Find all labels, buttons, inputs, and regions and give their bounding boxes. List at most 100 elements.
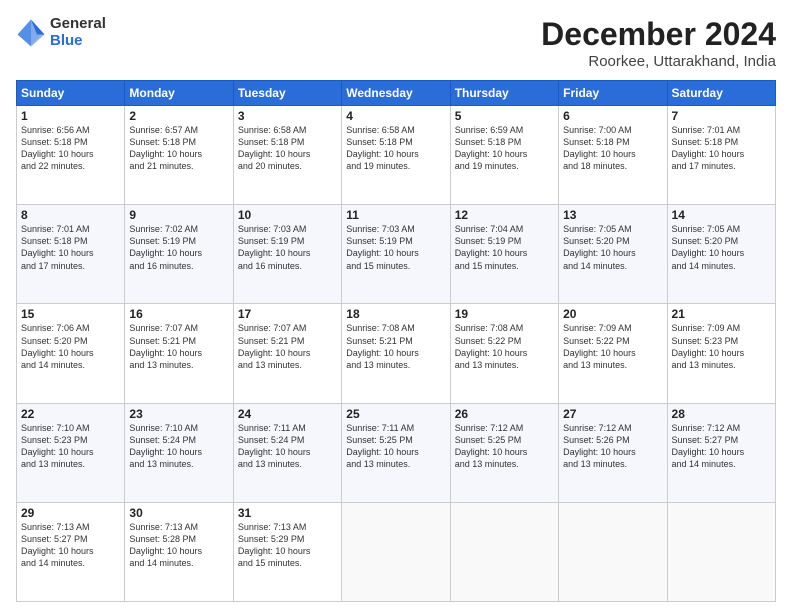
day-number: 4 bbox=[346, 109, 445, 123]
day-info: Sunrise: 7:02 AM Sunset: 5:19 PM Dayligh… bbox=[129, 223, 228, 272]
day-number: 9 bbox=[129, 208, 228, 222]
logo: General Blue bbox=[16, 16, 106, 49]
calendar-week-4: 22Sunrise: 7:10 AM Sunset: 5:23 PM Dayli… bbox=[17, 403, 776, 502]
day-number: 20 bbox=[563, 307, 662, 321]
calendar-cell: 14Sunrise: 7:05 AM Sunset: 5:20 PM Dayli… bbox=[667, 205, 775, 304]
day-number: 18 bbox=[346, 307, 445, 321]
calendar-cell: 28Sunrise: 7:12 AM Sunset: 5:27 PM Dayli… bbox=[667, 403, 775, 502]
calendar-cell: 20Sunrise: 7:09 AM Sunset: 5:22 PM Dayli… bbox=[559, 304, 667, 403]
col-sunday: Sunday bbox=[17, 81, 125, 106]
calendar-cell: 16Sunrise: 7:07 AM Sunset: 5:21 PM Dayli… bbox=[125, 304, 233, 403]
day-info: Sunrise: 6:56 AM Sunset: 5:18 PM Dayligh… bbox=[21, 124, 120, 173]
col-saturday: Saturday bbox=[667, 81, 775, 106]
day-number: 13 bbox=[563, 208, 662, 222]
calendar-cell: 11Sunrise: 7:03 AM Sunset: 5:19 PM Dayli… bbox=[342, 205, 450, 304]
day-number: 22 bbox=[21, 407, 120, 421]
day-number: 23 bbox=[129, 407, 228, 421]
day-info: Sunrise: 7:07 AM Sunset: 5:21 PM Dayligh… bbox=[238, 322, 337, 371]
day-number: 21 bbox=[672, 307, 771, 321]
day-number: 8 bbox=[21, 208, 120, 222]
header-row: Sunday Monday Tuesday Wednesday Thursday… bbox=[17, 81, 776, 106]
day-info: Sunrise: 7:03 AM Sunset: 5:19 PM Dayligh… bbox=[238, 223, 337, 272]
calendar-cell: 17Sunrise: 7:07 AM Sunset: 5:21 PM Dayli… bbox=[233, 304, 341, 403]
page: General Blue December 2024 Roorkee, Utta… bbox=[0, 0, 792, 612]
calendar-cell bbox=[667, 502, 775, 601]
day-info: Sunrise: 7:11 AM Sunset: 5:25 PM Dayligh… bbox=[346, 422, 445, 471]
day-number: 17 bbox=[238, 307, 337, 321]
day-info: Sunrise: 7:12 AM Sunset: 5:27 PM Dayligh… bbox=[672, 422, 771, 471]
day-info: Sunrise: 7:09 AM Sunset: 5:22 PM Dayligh… bbox=[563, 322, 662, 371]
calendar-cell: 9Sunrise: 7:02 AM Sunset: 5:19 PM Daylig… bbox=[125, 205, 233, 304]
calendar-week-5: 29Sunrise: 7:13 AM Sunset: 5:27 PM Dayli… bbox=[17, 502, 776, 601]
day-info: Sunrise: 7:01 AM Sunset: 5:18 PM Dayligh… bbox=[672, 124, 771, 173]
calendar-cell: 31Sunrise: 7:13 AM Sunset: 5:29 PM Dayli… bbox=[233, 502, 341, 601]
day-number: 10 bbox=[238, 208, 337, 222]
calendar-cell: 25Sunrise: 7:11 AM Sunset: 5:25 PM Dayli… bbox=[342, 403, 450, 502]
calendar-cell: 29Sunrise: 7:13 AM Sunset: 5:27 PM Dayli… bbox=[17, 502, 125, 601]
day-number: 6 bbox=[563, 109, 662, 123]
calendar-cell: 19Sunrise: 7:08 AM Sunset: 5:22 PM Dayli… bbox=[450, 304, 558, 403]
location: Roorkee, Uttarakhand, India bbox=[541, 53, 776, 70]
day-info: Sunrise: 6:59 AM Sunset: 5:18 PM Dayligh… bbox=[455, 124, 554, 173]
day-info: Sunrise: 6:58 AM Sunset: 5:18 PM Dayligh… bbox=[238, 124, 337, 173]
day-info: Sunrise: 7:05 AM Sunset: 5:20 PM Dayligh… bbox=[563, 223, 662, 272]
day-info: Sunrise: 6:58 AM Sunset: 5:18 PM Dayligh… bbox=[346, 124, 445, 173]
day-number: 12 bbox=[455, 208, 554, 222]
day-number: 27 bbox=[563, 407, 662, 421]
calendar-week-3: 15Sunrise: 7:06 AM Sunset: 5:20 PM Dayli… bbox=[17, 304, 776, 403]
calendar-cell: 6Sunrise: 7:00 AM Sunset: 5:18 PM Daylig… bbox=[559, 106, 667, 205]
day-number: 24 bbox=[238, 407, 337, 421]
day-info: Sunrise: 7:12 AM Sunset: 5:26 PM Dayligh… bbox=[563, 422, 662, 471]
day-number: 15 bbox=[21, 307, 120, 321]
calendar-cell bbox=[559, 502, 667, 601]
day-info: Sunrise: 7:06 AM Sunset: 5:20 PM Dayligh… bbox=[21, 322, 120, 371]
col-thursday: Thursday bbox=[450, 81, 558, 106]
day-info: Sunrise: 7:03 AM Sunset: 5:19 PM Dayligh… bbox=[346, 223, 445, 272]
calendar-table: Sunday Monday Tuesday Wednesday Thursday… bbox=[16, 80, 776, 602]
calendar-cell: 26Sunrise: 7:12 AM Sunset: 5:25 PM Dayli… bbox=[450, 403, 558, 502]
day-number: 2 bbox=[129, 109, 228, 123]
col-wednesday: Wednesday bbox=[342, 81, 450, 106]
calendar-cell: 7Sunrise: 7:01 AM Sunset: 5:18 PM Daylig… bbox=[667, 106, 775, 205]
calendar-cell: 3Sunrise: 6:58 AM Sunset: 5:18 PM Daylig… bbox=[233, 106, 341, 205]
day-info: Sunrise: 7:09 AM Sunset: 5:23 PM Dayligh… bbox=[672, 322, 771, 371]
col-tuesday: Tuesday bbox=[233, 81, 341, 106]
calendar-cell: 23Sunrise: 7:10 AM Sunset: 5:24 PM Dayli… bbox=[125, 403, 233, 502]
day-info: Sunrise: 7:10 AM Sunset: 5:24 PM Dayligh… bbox=[129, 422, 228, 471]
calendar-cell: 10Sunrise: 7:03 AM Sunset: 5:19 PM Dayli… bbox=[233, 205, 341, 304]
col-monday: Monday bbox=[125, 81, 233, 106]
calendar-cell: 2Sunrise: 6:57 AM Sunset: 5:18 PM Daylig… bbox=[125, 106, 233, 205]
day-number: 29 bbox=[21, 506, 120, 520]
calendar-cell: 30Sunrise: 7:13 AM Sunset: 5:28 PM Dayli… bbox=[125, 502, 233, 601]
logo-text: General Blue bbox=[50, 16, 106, 49]
calendar-cell bbox=[450, 502, 558, 601]
calendar-cell: 1Sunrise: 6:56 AM Sunset: 5:18 PM Daylig… bbox=[17, 106, 125, 205]
day-number: 5 bbox=[455, 109, 554, 123]
day-info: Sunrise: 7:01 AM Sunset: 5:18 PM Dayligh… bbox=[21, 223, 120, 272]
day-info: Sunrise: 7:13 AM Sunset: 5:27 PM Dayligh… bbox=[21, 521, 120, 570]
day-number: 3 bbox=[238, 109, 337, 123]
day-number: 7 bbox=[672, 109, 771, 123]
month-title: December 2024 bbox=[541, 16, 776, 53]
logo-general-text: General bbox=[50, 16, 106, 33]
day-number: 30 bbox=[129, 506, 228, 520]
calendar-cell: 4Sunrise: 6:58 AM Sunset: 5:18 PM Daylig… bbox=[342, 106, 450, 205]
calendar-cell: 12Sunrise: 7:04 AM Sunset: 5:19 PM Dayli… bbox=[450, 205, 558, 304]
day-number: 26 bbox=[455, 407, 554, 421]
day-info: Sunrise: 7:00 AM Sunset: 5:18 PM Dayligh… bbox=[563, 124, 662, 173]
calendar-cell: 5Sunrise: 6:59 AM Sunset: 5:18 PM Daylig… bbox=[450, 106, 558, 205]
day-number: 14 bbox=[672, 208, 771, 222]
day-info: Sunrise: 7:04 AM Sunset: 5:19 PM Dayligh… bbox=[455, 223, 554, 272]
day-info: Sunrise: 7:10 AM Sunset: 5:23 PM Dayligh… bbox=[21, 422, 120, 471]
header: General Blue December 2024 Roorkee, Utta… bbox=[16, 16, 776, 70]
calendar-cell: 13Sunrise: 7:05 AM Sunset: 5:20 PM Dayli… bbox=[559, 205, 667, 304]
day-info: Sunrise: 7:05 AM Sunset: 5:20 PM Dayligh… bbox=[672, 223, 771, 272]
calendar-cell: 22Sunrise: 7:10 AM Sunset: 5:23 PM Dayli… bbox=[17, 403, 125, 502]
day-number: 25 bbox=[346, 407, 445, 421]
calendar-week-2: 8Sunrise: 7:01 AM Sunset: 5:18 PM Daylig… bbox=[17, 205, 776, 304]
day-info: Sunrise: 7:11 AM Sunset: 5:24 PM Dayligh… bbox=[238, 422, 337, 471]
day-number: 1 bbox=[21, 109, 120, 123]
day-number: 16 bbox=[129, 307, 228, 321]
logo-icon bbox=[16, 18, 46, 48]
calendar-week-1: 1Sunrise: 6:56 AM Sunset: 5:18 PM Daylig… bbox=[17, 106, 776, 205]
